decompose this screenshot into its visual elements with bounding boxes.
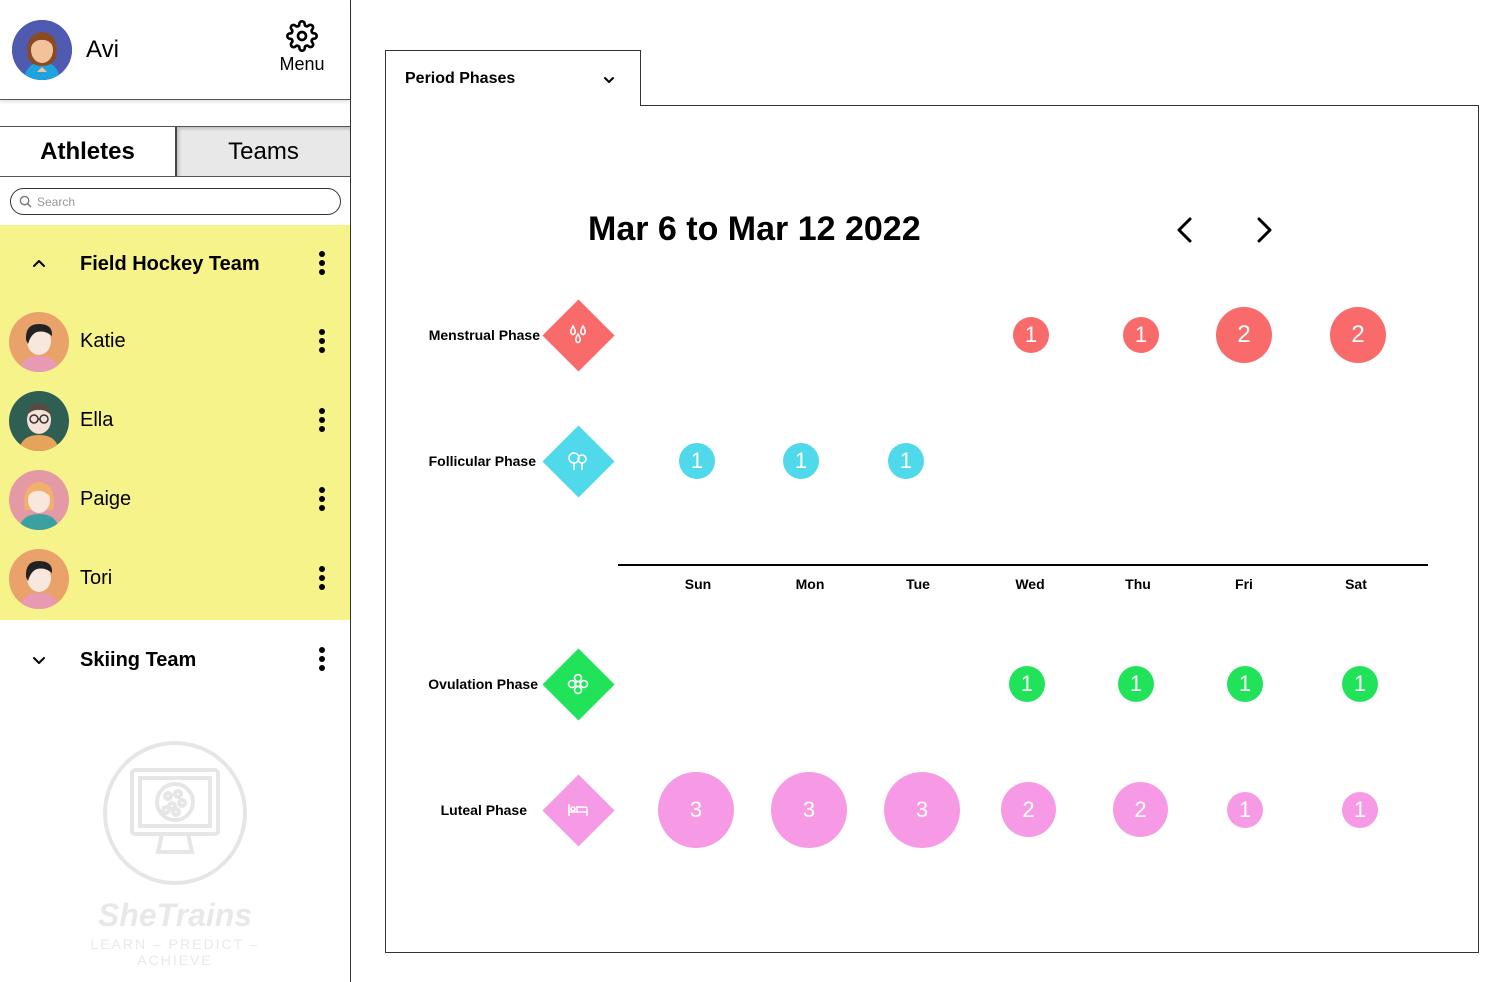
team-row-skiing[interactable]: Skiing Team bbox=[0, 620, 350, 698]
drops-icon bbox=[569, 324, 587, 344]
athlete-name: Katie bbox=[80, 330, 126, 352]
tab-bar: Athletes Teams bbox=[0, 126, 350, 177]
brand-tagline: LEARN – PREDICT – ACHIEVE bbox=[90, 936, 260, 968]
phase-label-ovulation: Ovulation Phase bbox=[428, 676, 538, 692]
tab-athletes[interactable]: Athletes bbox=[0, 127, 175, 176]
count-bubble-menstrual-fri[interactable]: 2 bbox=[1216, 307, 1272, 363]
gear-icon bbox=[286, 20, 318, 52]
bed-icon bbox=[568, 804, 588, 816]
athlete-row[interactable]: Tori bbox=[0, 540, 350, 618]
team-name: Skiing Team bbox=[80, 649, 197, 671]
count-bubble-luteal-thu[interactable]: 2 bbox=[1113, 782, 1168, 837]
team-row-field-hockey[interactable]: Field Hockey Team bbox=[0, 225, 350, 303]
days-axis-line bbox=[618, 564, 1428, 566]
chevron-left-icon[interactable] bbox=[1170, 214, 1200, 246]
sidebar: Avi Menu Athletes Teams Search Field Hoc… bbox=[0, 0, 351, 982]
search-icon bbox=[19, 195, 32, 208]
count-bubble-follicular-tue[interactable]: 1 bbox=[888, 443, 924, 479]
count-bubble-menstrual-wed[interactable]: 1 bbox=[1013, 317, 1049, 353]
athlete-name: Paige bbox=[80, 488, 132, 510]
count-bubble-follicular-mon[interactable]: 1 bbox=[783, 443, 819, 479]
count-bubble-luteal-tue[interactable]: 3 bbox=[884, 772, 960, 848]
team-group-expanded: Field Hockey Team Katie Ella Paige Tori bbox=[0, 225, 350, 620]
monitor-logo-icon bbox=[103, 741, 247, 885]
trees-icon bbox=[568, 452, 587, 470]
more-options-icon[interactable] bbox=[310, 405, 334, 437]
day-label: Sat bbox=[1345, 576, 1367, 592]
count-bubble-menstrual-sat[interactable]: 2 bbox=[1330, 307, 1386, 363]
day-label: Mon bbox=[795, 576, 825, 592]
profile-header: Avi Menu bbox=[0, 0, 350, 100]
avatar bbox=[9, 312, 69, 372]
user-avatar[interactable] bbox=[12, 20, 72, 80]
athlete-row[interactable]: Ella bbox=[0, 382, 350, 460]
chevron-up-icon[interactable] bbox=[30, 255, 48, 273]
more-options-icon[interactable] bbox=[310, 326, 334, 358]
team-name: Field Hockey Team bbox=[80, 253, 260, 275]
chevron-down-icon bbox=[604, 77, 614, 83]
count-bubble-ovulation-sat[interactable]: 1 bbox=[1342, 666, 1378, 702]
athlete-row[interactable]: Katie bbox=[0, 303, 350, 381]
count-bubble-luteal-sun[interactable]: 3 bbox=[658, 772, 734, 848]
more-options-icon[interactable] bbox=[310, 484, 334, 516]
athlete-row[interactable]: Paige bbox=[0, 461, 350, 539]
count-bubble-ovulation-fri[interactable]: 1 bbox=[1227, 666, 1263, 702]
tab-teams[interactable]: Teams bbox=[175, 127, 350, 176]
athlete-name: Ella bbox=[80, 409, 114, 431]
phase-label-luteal: Luteal Phase bbox=[440, 802, 527, 818]
view-selector-label: Period Phases bbox=[405, 70, 516, 87]
chevron-down-icon[interactable] bbox=[30, 651, 48, 669]
count-bubble-luteal-fri[interactable]: 1 bbox=[1227, 792, 1263, 828]
count-bubble-ovulation-thu[interactable]: 1 bbox=[1118, 666, 1154, 702]
count-bubble-luteal-wed[interactable]: 2 bbox=[1001, 782, 1056, 837]
day-label: Tue bbox=[906, 576, 930, 592]
menu-label: Menu bbox=[279, 54, 325, 74]
day-label: Thu bbox=[1125, 576, 1151, 592]
search-box bbox=[10, 188, 341, 215]
avatar bbox=[9, 391, 69, 451]
day-label: Wed bbox=[1015, 576, 1045, 592]
chevron-right-icon[interactable] bbox=[1249, 214, 1279, 246]
count-bubble-follicular-sun[interactable]: 1 bbox=[679, 443, 715, 479]
avatar bbox=[9, 549, 69, 609]
more-options-icon[interactable] bbox=[310, 248, 334, 280]
view-selector-dropdown[interactable]: Period Phases bbox=[385, 50, 641, 106]
more-options-icon[interactable] bbox=[310, 563, 334, 595]
count-bubble-menstrual-thu[interactable]: 1 bbox=[1123, 317, 1159, 353]
day-label: Sun bbox=[684, 576, 712, 592]
menu-button[interactable]: Menu bbox=[272, 20, 332, 76]
search-input[interactable] bbox=[37, 192, 327, 211]
day-label: Fri bbox=[1235, 576, 1253, 592]
brand-name: SheTrains bbox=[97, 897, 253, 933]
avatar bbox=[9, 470, 69, 530]
count-bubble-luteal-sat[interactable]: 1 bbox=[1342, 792, 1378, 828]
athlete-name: Tori bbox=[80, 567, 113, 589]
phase-label-menstrual: Menstrual Phase bbox=[428, 327, 540, 343]
more-options-icon[interactable] bbox=[310, 644, 334, 676]
count-bubble-luteal-mon[interactable]: 3 bbox=[771, 772, 847, 848]
user-name: Avi bbox=[86, 36, 119, 63]
brand-watermark: SheTrains LEARN – PREDICT – ACHIEVE bbox=[60, 740, 290, 968]
phase-label-follicular: Follicular Phase bbox=[428, 453, 536, 469]
flower-icon bbox=[567, 673, 589, 695]
count-bubble-ovulation-wed[interactable]: 1 bbox=[1009, 666, 1045, 702]
date-range-title: Mar 6 to Mar 12 2022 bbox=[588, 210, 921, 248]
